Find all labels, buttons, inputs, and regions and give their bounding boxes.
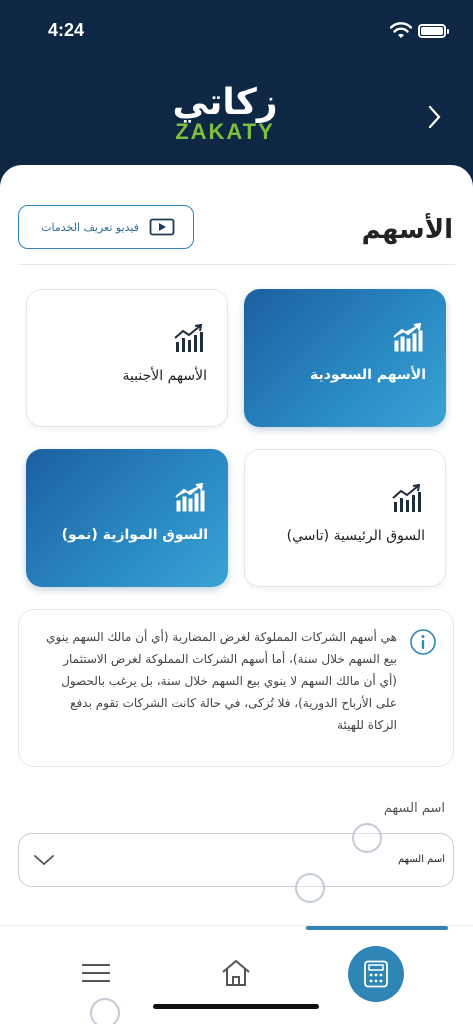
touch-indicator — [90, 998, 120, 1024]
page-title: الأسهم — [361, 215, 453, 245]
home-icon[interactable] — [220, 958, 252, 988]
card-label: الأسهم الأجنبية — [122, 368, 207, 384]
touch-indicator — [295, 873, 325, 903]
content-sheet: الأسهم فيديو تعريف الخدمات الأسهم السعود… — [0, 165, 473, 1024]
parallel-market-card[interactable]: السوق الموازية (نمو) — [26, 449, 228, 587]
menu-icon[interactable] — [80, 962, 112, 984]
logo-english: ZAKATY — [175, 119, 275, 144]
card-label: السوق الموازية (نمو) — [61, 527, 208, 543]
main-market-card[interactable]: السوق الرئيسية (تاسي) — [244, 449, 446, 587]
info-text: هي أسهم الشركات المملوكة لغرض المضاربة (… — [46, 630, 397, 732]
stock-name-label: اسم السهم — [383, 801, 445, 816]
bottom-tab-bar — [0, 925, 473, 1024]
logo-arabic: زكاتي — [172, 82, 278, 123]
bar-chart-icon — [393, 323, 423, 352]
bar-chart-icon — [175, 483, 205, 512]
back-chevron-icon[interactable] — [424, 104, 444, 130]
touch-indicator — [352, 823, 382, 853]
calculator-icon — [364, 960, 388, 988]
bar-chart-icon — [392, 484, 421, 512]
calculator-tab-button[interactable] — [348, 946, 404, 1002]
chevron-down-icon — [34, 855, 54, 866]
title-divider — [18, 264, 455, 265]
card-label: الأسهم السعودية — [310, 367, 426, 383]
play-video-icon — [149, 218, 175, 236]
home-indicator — [153, 1004, 319, 1009]
active-tab-indicator — [306, 926, 448, 930]
saudi-stocks-card[interactable]: الأسهم السعودية — [244, 289, 446, 427]
foreign-stocks-card[interactable]: الأسهم الأجنبية — [26, 289, 228, 427]
stock-name-select[interactable]: اسم السهم — [18, 833, 454, 887]
status-time: 4:24 — [48, 20, 85, 40]
card-label: السوق الرئيسية (تاسي) — [286, 528, 425, 544]
battery-icon — [418, 24, 449, 38]
video-button-label: فيديو تعريف الخدمات — [41, 220, 139, 234]
info-icon — [410, 629, 436, 655]
wifi-icon — [390, 22, 412, 38]
zakaty-logo: زكاتي ZAKATY — [165, 85, 285, 145]
bar-chart-icon — [174, 324, 203, 352]
info-box: هي أسهم الشركات المملوكة لغرض المضاربة (… — [18, 609, 454, 767]
status-bar: 4:24 — [0, 0, 473, 60]
stock-name-value: اسم السهم — [397, 854, 445, 865]
services-video-button[interactable]: فيديو تعريف الخدمات — [18, 205, 194, 249]
